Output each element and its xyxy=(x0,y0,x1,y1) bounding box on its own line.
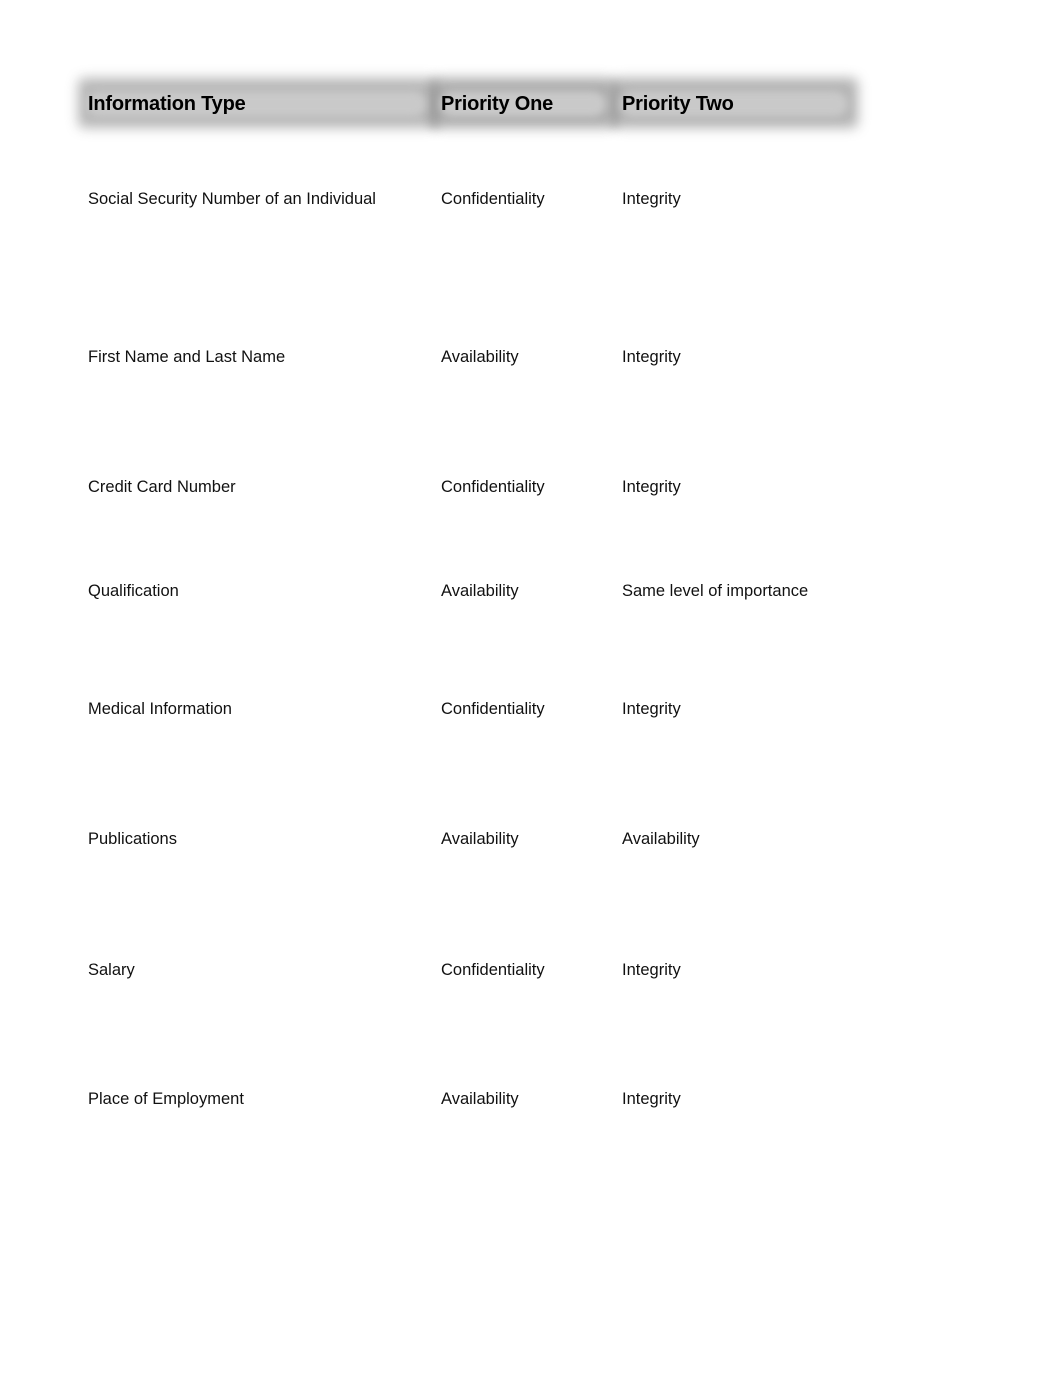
cell-priority-one: Availability xyxy=(441,348,519,366)
column-header-priority-one: Priority One xyxy=(441,93,554,115)
cell-information-type: Publications xyxy=(88,830,177,848)
cell-information-type: Social Security Number of an Individual xyxy=(88,190,376,208)
cell-priority-two: Same level of importance xyxy=(622,582,809,600)
cell-information-type: First Name and Last Name xyxy=(88,348,286,366)
table-row: Salary Confidentiality Integrity xyxy=(88,958,988,982)
cell-information-type: Salary xyxy=(88,961,135,979)
cell-priority-one: Availability xyxy=(441,582,519,600)
cell-priority-one: Confidentiality xyxy=(441,190,545,208)
table-row: Publications Availability Availability xyxy=(88,827,988,851)
table-row: Credit Card Number Confidentiality Integri… xyxy=(88,475,988,499)
cell-information-type: Medical Information xyxy=(88,700,232,718)
header-cell-divider-1 xyxy=(431,82,438,126)
cell-priority-two: Integrity xyxy=(622,961,681,979)
cell-priority-one: Confidentiality xyxy=(441,700,545,718)
header-cell-divider-2 xyxy=(611,82,618,126)
table-row: Medical Information Confidentiality Integr… xyxy=(88,697,988,721)
cell-priority-one: Availability xyxy=(441,830,519,848)
cell-priority-one: Confidentiality xyxy=(441,478,545,496)
cell-priority-two: Integrity xyxy=(622,1090,681,1108)
table-row: Place of Employment Availability Integrity xyxy=(88,1087,988,1111)
cell-priority-two: Availability xyxy=(622,830,700,848)
table-row: Social Security Number of an Individual C… xyxy=(88,187,988,211)
table-header-row: Information Type Priority One Priority T… xyxy=(78,78,858,128)
column-header-priority-two: Priority Two xyxy=(622,93,734,115)
cell-priority-one: Availability xyxy=(441,1090,519,1108)
column-header-information-type: Information Type xyxy=(88,93,246,115)
cell-information-type: Place of Employment xyxy=(88,1090,244,1108)
cell-priority-two: Integrity xyxy=(622,190,681,208)
cell-priority-two: Integrity xyxy=(622,478,681,496)
cell-priority-one: Confidentiality xyxy=(441,961,545,979)
cell-information-type: Qualification xyxy=(88,582,179,600)
document-page: Information Type Priority One Priority T… xyxy=(0,0,1062,1377)
cell-information-type: Credit Card Number xyxy=(88,478,236,496)
table-row: Qualification Availability Same level of i… xyxy=(88,579,988,603)
cell-priority-two: Integrity xyxy=(622,348,681,366)
cell-priority-two: Integrity xyxy=(622,700,681,718)
table-row: First Name and Last Name Availability Inte… xyxy=(88,345,988,369)
